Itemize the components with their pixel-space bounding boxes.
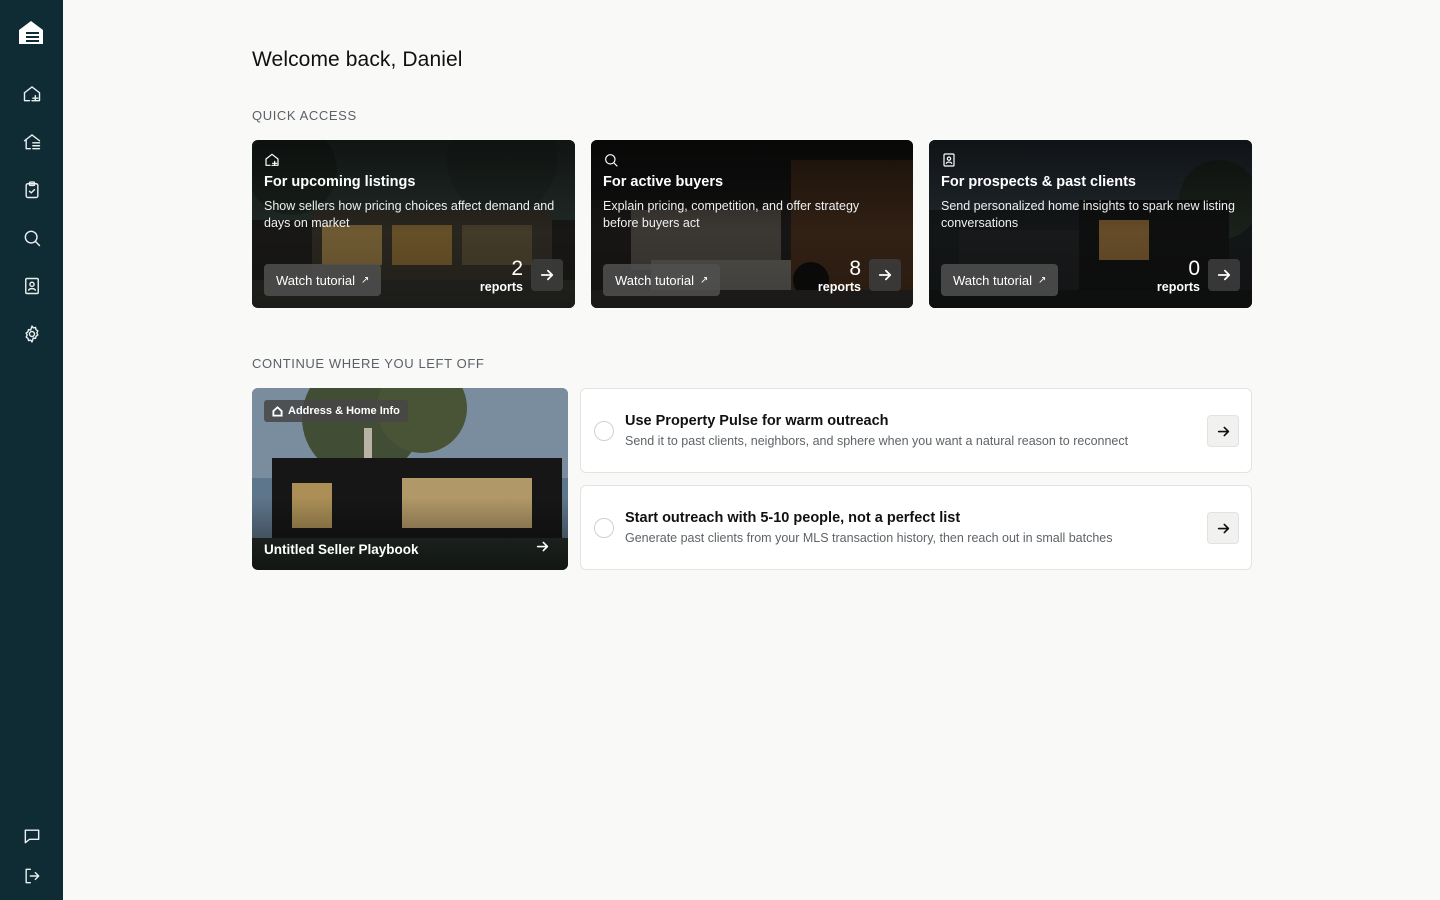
report-count: 2 reports: [479, 257, 523, 295]
arrow-right-icon: [1217, 269, 1231, 281]
task-item[interactable]: Use Property Pulse for warm outreach Sen…: [580, 388, 1252, 473]
contact-book-icon: [941, 152, 957, 168]
open-task-button[interactable]: [1207, 512, 1239, 544]
report-count-label: reports: [479, 280, 523, 294]
report-count: 0 reports: [1156, 257, 1200, 295]
chat-icon[interactable]: [20, 824, 44, 848]
report-count: 8 reports: [817, 257, 861, 295]
card-description: Explain pricing, competition, and offer …: [603, 199, 860, 230]
open-card-button[interactable]: [1208, 259, 1240, 291]
report-count-number: 8: [849, 257, 861, 280]
section-title-quick-access: QUICK ACCESS: [252, 108, 357, 123]
external-link-icon: ↗: [1038, 274, 1047, 286]
home-add-icon[interactable]: [20, 82, 44, 106]
playbook-card[interactable]: Address & Home Info Untitled Seller Play…: [252, 388, 568, 570]
logout-icon[interactable]: [20, 864, 44, 888]
card-title: For active buyers: [603, 174, 724, 190]
quick-access-card-prospects[interactable]: For prospects & past clients Send person…: [929, 140, 1252, 308]
report-count-number: 2: [511, 257, 523, 280]
card-title: For prospects & past clients: [941, 174, 1136, 190]
search-icon: [603, 152, 619, 168]
open-card-button[interactable]: [531, 259, 563, 291]
report-count-label: reports: [817, 280, 861, 294]
arrow-right-icon: [1217, 426, 1229, 436]
open-task-button[interactable]: [1207, 415, 1239, 447]
report-count-number: 0: [1188, 257, 1200, 280]
watch-tutorial-label: Watch tutorial: [615, 272, 694, 288]
home-icon: [272, 405, 283, 417]
watch-tutorial-label: Watch tutorial: [276, 272, 355, 288]
external-link-icon: ↗: [700, 274, 709, 286]
quick-access-card-active-buyers[interactable]: For active buyers Explain pricing, compe…: [591, 140, 913, 308]
watch-tutorial-button[interactable]: Watch tutorial ↗: [264, 264, 382, 296]
home-list-icon[interactable]: [20, 130, 44, 154]
clipboard-check-icon[interactable]: [20, 178, 44, 202]
card-description: Send personalized home insights to spark…: [941, 199, 1235, 230]
home-add-icon: [264, 152, 280, 168]
badge-label: Address & Home Info: [288, 405, 400, 417]
task-title: Use Property Pulse for warm outreach: [625, 413, 889, 429]
house-logo-icon[interactable]: [17, 18, 45, 46]
open-card-button[interactable]: [869, 259, 901, 291]
playbook-title: Untitled Seller Playbook: [264, 542, 419, 557]
arrow-right-icon: [540, 269, 554, 281]
address-home-info-badge: Address & Home Info: [264, 400, 408, 422]
watch-tutorial-button[interactable]: Watch tutorial ↗: [603, 264, 721, 296]
open-playbook-button[interactable]: [530, 534, 554, 558]
task-description: Generate past clients from your MLS tran…: [625, 531, 1113, 545]
watch-tutorial-button[interactable]: Watch tutorial ↗: [941, 264, 1059, 296]
gear-icon[interactable]: [20, 322, 44, 346]
arrow-right-icon: [878, 269, 892, 281]
page-title: Welcome back, Daniel: [252, 48, 463, 71]
task-description: Send it to past clients, neighbors, and …: [625, 434, 1129, 448]
task-checkbox[interactable]: [594, 518, 614, 538]
sidebar: [0, 0, 63, 900]
watch-tutorial-label: Watch tutorial: [953, 272, 1032, 288]
quick-access-card-upcoming-listings[interactable]: For upcoming listings Show sellers how p…: [252, 140, 575, 308]
card-title: For upcoming listings: [264, 174, 416, 190]
arrow-right-icon: [1217, 523, 1229, 533]
external-link-icon: ↗: [361, 274, 370, 286]
contact-book-icon[interactable]: [20, 274, 44, 298]
report-count-label: reports: [1156, 280, 1200, 294]
search-icon[interactable]: [20, 226, 44, 250]
task-title: Start outreach with 5-10 people, not a p…: [625, 510, 961, 526]
card-description: Show sellers how pricing choices affect …: [264, 199, 555, 230]
task-item[interactable]: Start outreach with 5-10 people, not a p…: [580, 485, 1252, 570]
arrow-right-icon: [536, 541, 548, 551]
section-title-continue: CONTINUE WHERE YOU LEFT OFF: [252, 356, 485, 371]
task-checkbox[interactable]: [594, 421, 614, 441]
